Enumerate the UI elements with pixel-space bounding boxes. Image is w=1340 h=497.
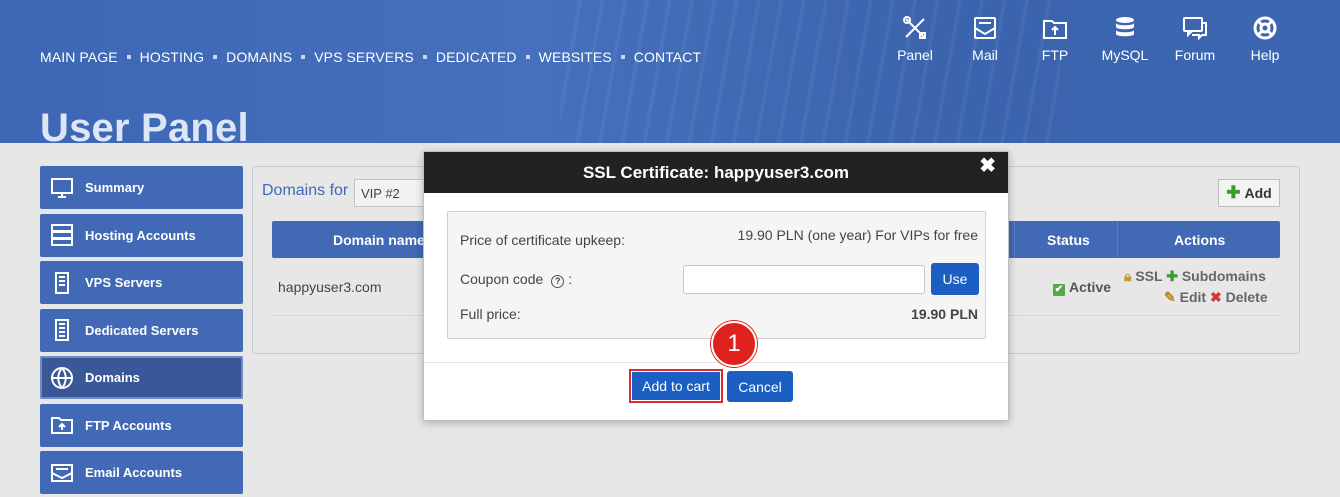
tool-ftp[interactable]: FTP bbox=[1020, 14, 1090, 63]
nav-domains[interactable]: DOMAINS bbox=[226, 49, 292, 65]
nav-separator bbox=[422, 55, 427, 59]
dialog-title-bar: SSL Certificate: happyuser3.com ✖ bbox=[424, 152, 1008, 193]
page-title: User Panel bbox=[40, 106, 249, 150]
ftp-folder-icon bbox=[51, 417, 73, 434]
tool-panel-label: Panel bbox=[897, 47, 933, 63]
quick-tools: Panel Mail FTP MySQL Forum Help bbox=[880, 14, 1300, 63]
sidebar-item-label: Hosting Accounts bbox=[85, 227, 196, 243]
check-icon: ✔ bbox=[1053, 284, 1065, 296]
subdomains-action[interactable]: Subdomains bbox=[1182, 268, 1266, 284]
use-coupon-button[interactable]: Use bbox=[931, 263, 979, 295]
status-label: Active bbox=[1069, 279, 1112, 295]
certificate-pricing-box: Price of certificate upkeep: 19.90 PLN (… bbox=[447, 211, 986, 339]
www-globe-icon bbox=[51, 366, 73, 389]
price-label: Price of certificate upkeep: bbox=[460, 232, 625, 248]
tool-mail[interactable]: Mail bbox=[950, 14, 1020, 63]
close-icon[interactable]: ✖ bbox=[979, 153, 996, 179]
dedicated-icon bbox=[55, 319, 69, 341]
sidebar-item-label: Summary bbox=[85, 180, 145, 195]
step-number-badge: 1 bbox=[711, 321, 757, 367]
email-icon bbox=[51, 463, 73, 482]
sidebar: Summary Hosting Accounts VPS Servers Ded… bbox=[40, 166, 243, 497]
tool-mysql-label: MySQL bbox=[1101, 47, 1149, 63]
lock-icon: 🔒︎ bbox=[1124, 268, 1132, 284]
sidebar-item-label: VPS Servers bbox=[85, 275, 163, 290]
coupon-code-input[interactable] bbox=[683, 265, 925, 294]
nav-dedicated[interactable]: DEDICATED bbox=[436, 49, 517, 65]
coupon-label: Coupon code bbox=[460, 271, 544, 287]
ssl-action[interactable]: SSL bbox=[1135, 268, 1162, 284]
nav-separator bbox=[301, 55, 306, 59]
tool-mail-label: Mail bbox=[972, 47, 998, 63]
actions-row-1: 🔒︎ SSL ✚ Subdomains bbox=[1124, 268, 1266, 285]
column-domain-name: Domain name bbox=[333, 232, 425, 248]
sidebar-item-domains[interactable]: Domains bbox=[40, 356, 243, 399]
nav-main-page[interactable]: MAIN PAGE bbox=[40, 49, 118, 65]
sidebar-item-dedicated-servers[interactable]: Dedicated Servers bbox=[40, 308, 243, 352]
nav-separator bbox=[126, 55, 131, 59]
tool-help-label: Help bbox=[1250, 47, 1280, 63]
column-actions: Actions bbox=[1174, 232, 1226, 248]
actions-row-2: ✎ Edit ✖ Delete bbox=[1164, 289, 1268, 306]
nav-separator bbox=[525, 55, 530, 59]
coupon-label-group: Coupon code?: bbox=[460, 271, 572, 288]
nav-contact[interactable]: CONTACT bbox=[634, 49, 701, 65]
add-to-cart-button[interactable]: Add to cart bbox=[632, 372, 720, 400]
domain-name-cell: happyuser3.com bbox=[278, 279, 382, 295]
plus-icon: ✚ bbox=[1226, 183, 1241, 202]
column-divider bbox=[1117, 221, 1118, 258]
ssl-certificate-dialog: SSL Certificate: happyuser3.com ✖ Price … bbox=[423, 151, 1009, 421]
sidebar-item-email-accounts[interactable]: Email Accounts bbox=[40, 451, 243, 494]
vps-icon bbox=[55, 271, 69, 294]
sidebar-item-ftp-accounts[interactable]: FTP Accounts bbox=[40, 403, 243, 447]
add-domain-label: Add bbox=[1244, 185, 1272, 201]
sidebar-item-label: FTP Accounts bbox=[85, 417, 172, 433]
plus-icon: ✚ bbox=[1166, 268, 1178, 284]
help-icon[interactable]: ? bbox=[551, 275, 565, 288]
nav-separator bbox=[620, 55, 625, 59]
sidebar-item-summary[interactable]: Summary bbox=[40, 166, 243, 209]
coupon-colon: : bbox=[568, 271, 573, 287]
monitor-icon bbox=[51, 177, 73, 198]
add-domain-button[interactable]: ✚ Add bbox=[1218, 179, 1280, 207]
edit-action[interactable]: Edit bbox=[1180, 289, 1206, 305]
folder-upload-icon bbox=[1043, 20, 1067, 39]
full-price-label: Full price: bbox=[460, 306, 521, 322]
tool-forum-label: Forum bbox=[1174, 47, 1216, 63]
server-icon bbox=[51, 224, 73, 246]
mail-icon bbox=[974, 17, 996, 39]
column-divider bbox=[1014, 221, 1015, 258]
database-icon bbox=[1116, 17, 1134, 37]
sidebar-item-hosting-accounts[interactable]: Hosting Accounts bbox=[40, 213, 243, 257]
sidebar-item-label: Email Accounts bbox=[85, 465, 183, 480]
domains-for-label: Domains for bbox=[262, 182, 349, 199]
edit-icon: ✎ bbox=[1164, 289, 1176, 305]
tools-icon bbox=[903, 16, 926, 39]
delete-icon: ✖ bbox=[1209, 289, 1222, 305]
chat-icon bbox=[1183, 17, 1207, 41]
delete-action[interactable]: Delete bbox=[1226, 289, 1268, 305]
top-navigation: MAIN PAGE HOSTING DOMAINS VPS SERVERS DE… bbox=[40, 49, 701, 65]
dialog-title: SSL Certificate: happyuser3.com bbox=[582, 163, 850, 182]
column-status: Status bbox=[1047, 232, 1090, 248]
tool-help[interactable]: Help bbox=[1230, 14, 1300, 63]
tool-mysql[interactable]: MySQL bbox=[1090, 14, 1160, 63]
status-cell: ✔ Active bbox=[1053, 279, 1111, 296]
cancel-button[interactable]: Cancel bbox=[727, 371, 793, 402]
nav-websites[interactable]: WEBSITES bbox=[539, 49, 612, 65]
tool-ftp-label: FTP bbox=[1041, 47, 1069, 63]
add-to-cart-highlight: Add to cart bbox=[629, 369, 723, 403]
nav-vps-servers[interactable]: VPS SERVERS bbox=[314, 49, 414, 65]
nav-separator bbox=[213, 55, 218, 59]
sidebar-item-vps-servers[interactable]: VPS Servers bbox=[40, 261, 243, 304]
sidebar-item-label: Dedicated Servers bbox=[85, 322, 199, 338]
tool-panel[interactable]: Panel bbox=[880, 14, 950, 63]
full-price-value: 19.90 PLN bbox=[911, 306, 978, 322]
lifebuoy-icon bbox=[1253, 16, 1277, 40]
price-value: 19.90 PLN (one year) For VIPs for free bbox=[737, 227, 978, 243]
sidebar-item-label: Domains bbox=[85, 370, 140, 385]
nav-hosting[interactable]: HOSTING bbox=[140, 49, 204, 65]
tool-forum[interactable]: Forum bbox=[1160, 14, 1230, 63]
